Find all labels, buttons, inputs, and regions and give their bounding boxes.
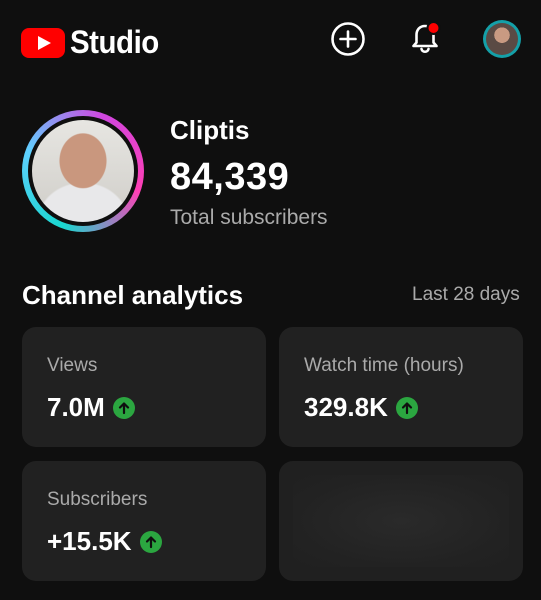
subscribers-card[interactable]: Subscribers +15.5K — [22, 461, 266, 581]
bell-icon — [412, 21, 441, 53]
youtube-studio-logo[interactable]: Studio — [21, 24, 167, 61]
watch-time-card[interactable]: Watch time (hours) 329.8K — [279, 327, 523, 447]
account-avatar-image — [486, 23, 518, 55]
total-subscriber-count: 84,339 — [170, 156, 290, 198]
total-subscribers-label: Total subscribers — [170, 206, 328, 229]
loading-card-placeholder — [279, 461, 523, 581]
card-value: 329.8K — [304, 392, 388, 422]
card-label: Watch time (hours) — [304, 355, 464, 376]
logo-text: Studio — [70, 24, 159, 60]
channel-avatar[interactable] — [22, 110, 144, 232]
channel-avatar-image — [32, 120, 134, 222]
create-button[interactable] — [329, 20, 367, 58]
card-label: Views — [47, 355, 98, 376]
trend-up-icon — [395, 396, 418, 419]
add-circle-icon — [331, 22, 365, 56]
views-card[interactable]: Views 7.0M — [22, 327, 266, 447]
top-app-bar: Studio — [0, 0, 541, 80]
card-value: 7.0M — [47, 392, 105, 422]
channel-name: Cliptis — [170, 115, 250, 145]
notifications-button[interactable] — [406, 20, 444, 58]
youtube-play-icon — [21, 27, 65, 58]
notification-badge — [426, 21, 441, 35]
channel-analytics-title: Channel analytics — [22, 280, 244, 310]
card-label: Subscribers — [47, 489, 148, 510]
trend-up-icon — [139, 530, 162, 553]
trend-up-icon — [112, 396, 135, 419]
account-avatar[interactable] — [483, 20, 521, 58]
card-value: +15.5K — [47, 526, 132, 556]
analytics-period[interactable]: Last 28 days — [412, 284, 520, 306]
